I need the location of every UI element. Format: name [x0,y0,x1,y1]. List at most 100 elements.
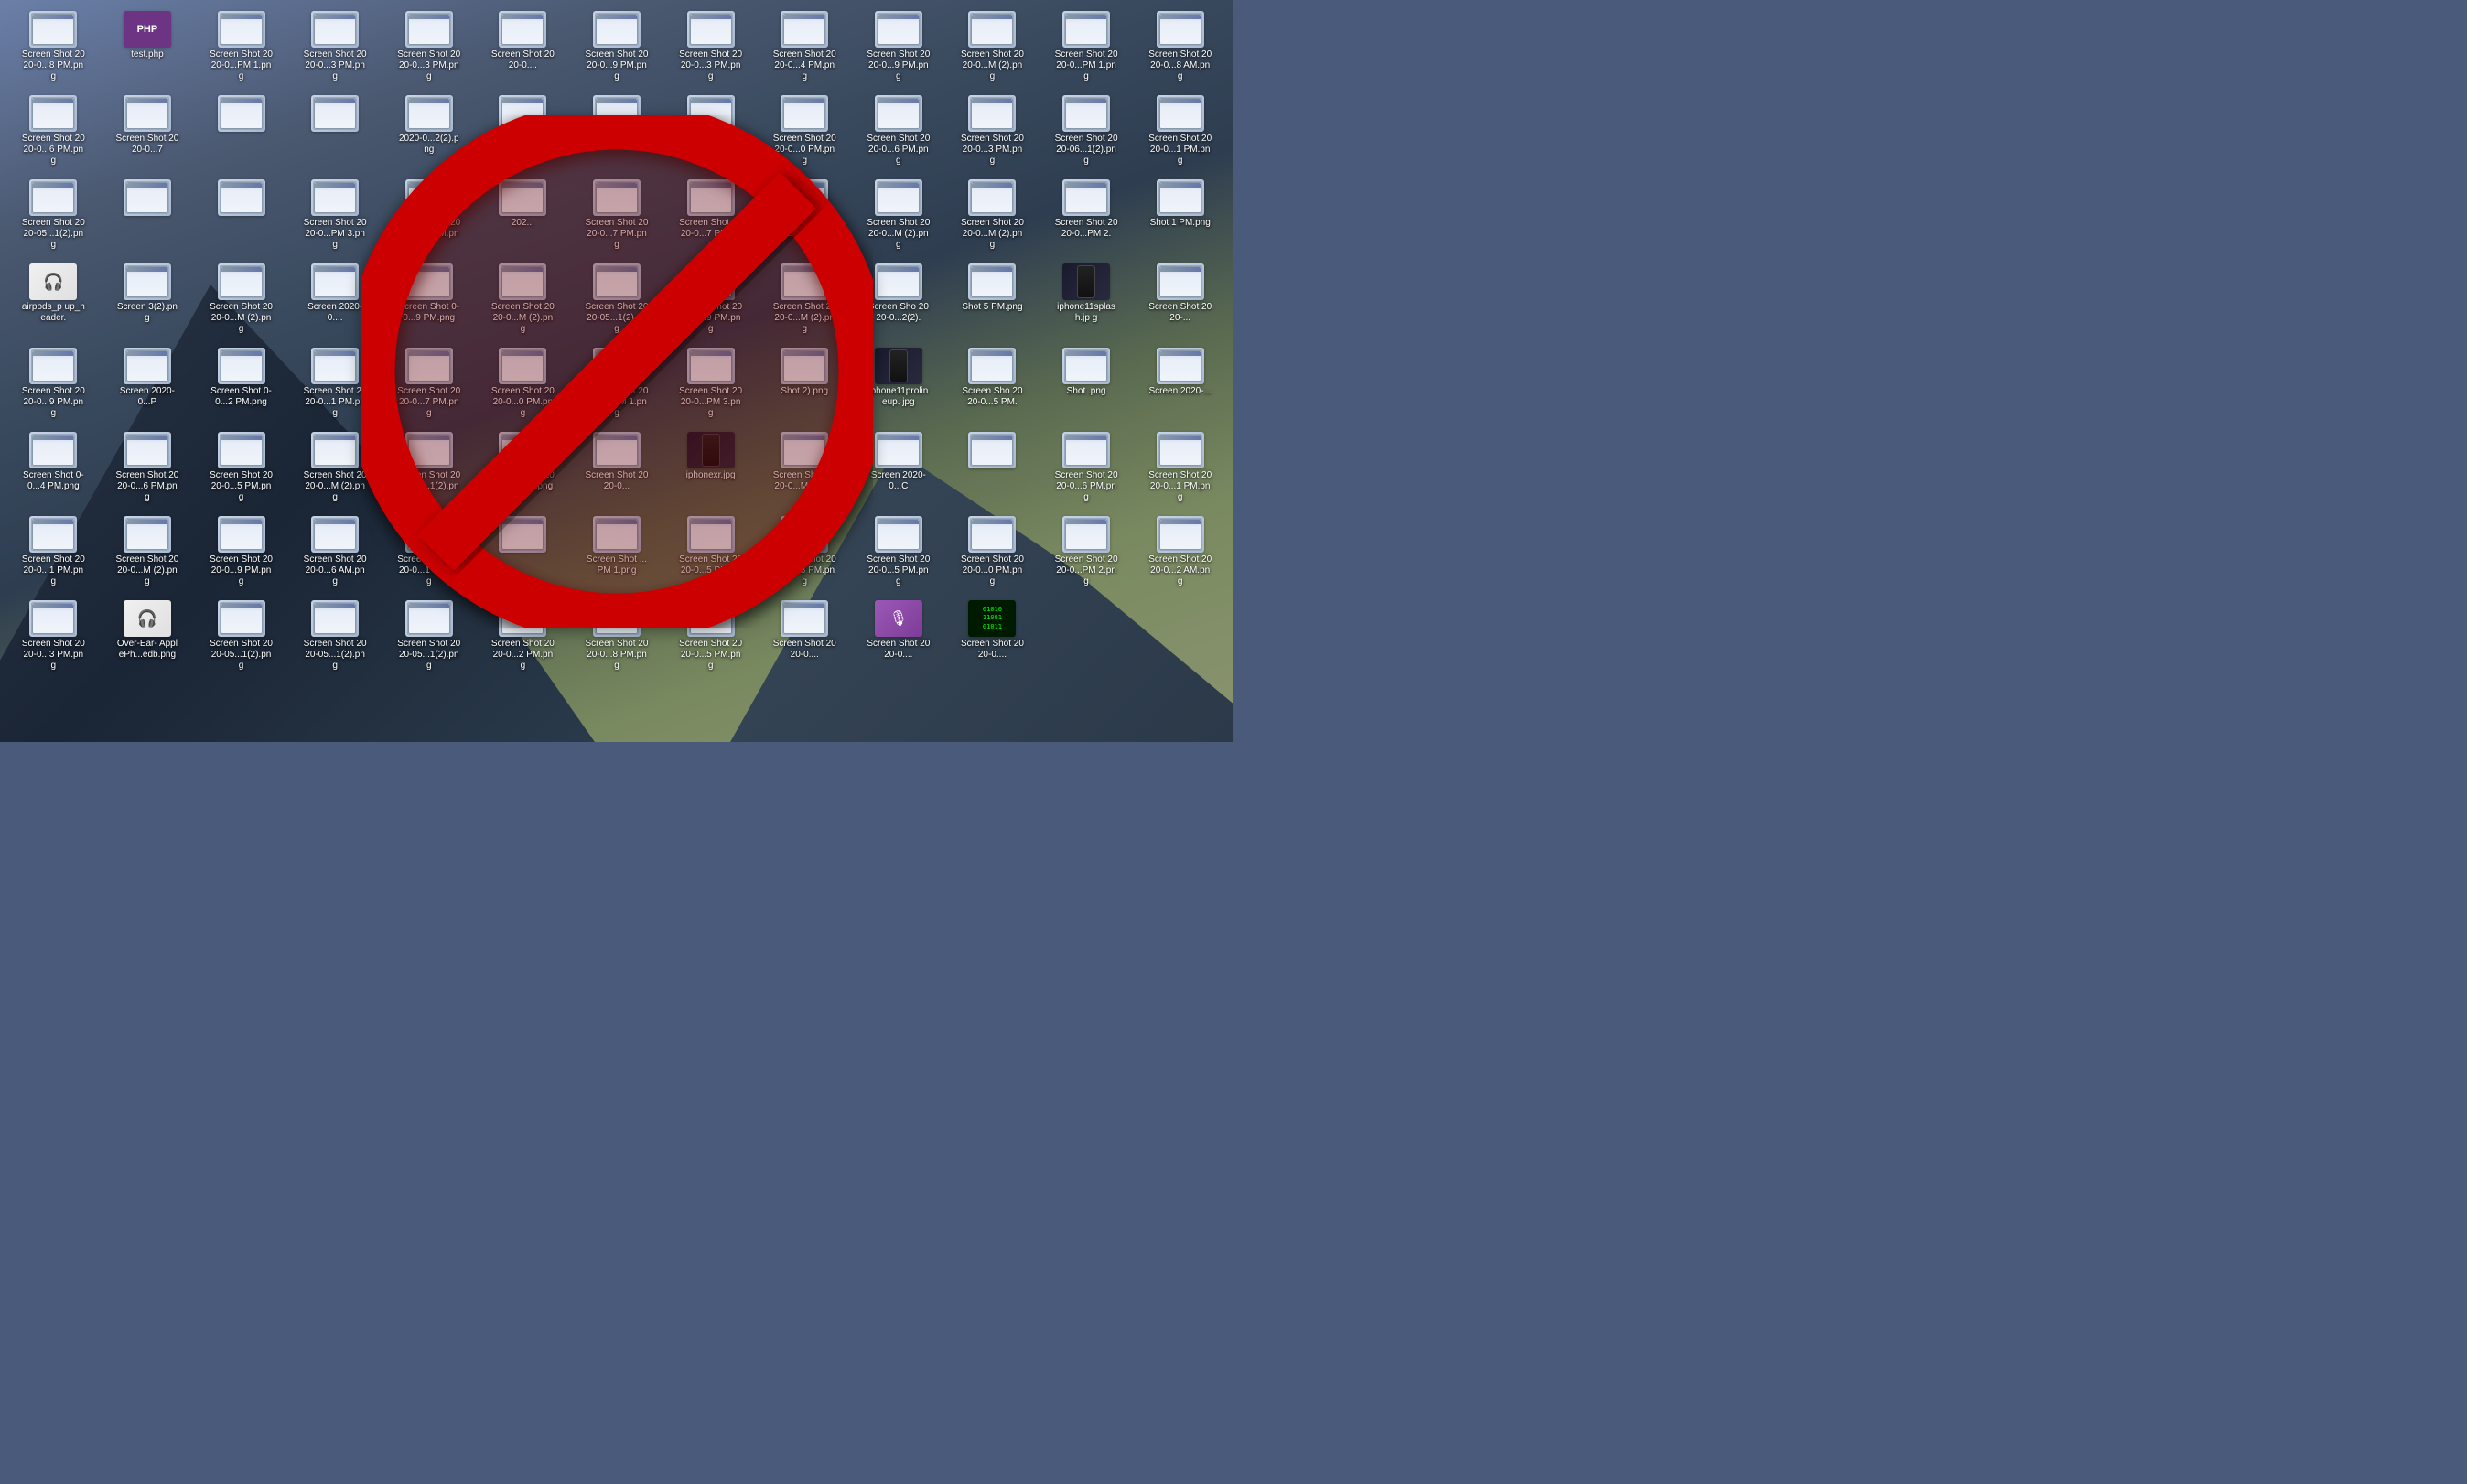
desktop-icon-41[interactable]: Screen 3(2).png [102,260,194,342]
desktop-icon-8[interactable]: Screen Shot 2020-0...3 PM.png [664,7,757,90]
desktop-icon-96[interactable]: Screen Shot 2020-05...1(2).png [382,597,475,679]
desktop-icon-19[interactable]: 202... [477,91,569,174]
desktop-icon-82[interactable]: Screen Shot 2020-0...6 AM.png [289,512,382,595]
desktop-icon-42[interactable]: Screen Shot 2020-0...M (2).png [195,260,287,342]
desktop-icon-88[interactable]: Screen Shot 2020-0...5 PM.png [853,512,945,595]
desktop-icon-48[interactable]: Screen Shot 2020-0...M (2).png [759,260,851,342]
desktop-icon-65[interactable]: Screen 2020-... [1134,344,1226,426]
desktop-icon-87[interactable]: Screen Shot 2020-0...8 PM.png [759,512,851,595]
desktop-icon-39[interactable]: Shot 1 PM.png [1134,176,1226,258]
desktop-icon-7[interactable]: Screen Shot 2020-0...9 PM.png [571,7,663,90]
desktop-icon-73[interactable]: iphonexr.jpg [664,428,757,511]
desktop-icon-6[interactable]: Screen Shot 2020-0.... [477,7,569,90]
desktop-icon-66[interactable]: Screen Shot 0-0...4 PM.png [7,428,100,511]
desktop-icon-62[interactable]: iphone11prolineup. jpg [853,344,945,426]
desktop-icon-51[interactable]: iphone11splash.jp g [1040,260,1133,342]
desktop-icon-79[interactable]: Screen Shot 2020-0...1 PM.png [7,512,100,595]
desktop-icon-46[interactable]: Screen Shot 2020-05...1(2).png [571,260,663,342]
desktop-icon-95[interactable]: Screen Shot 2020-05...1(2).png [289,597,382,679]
desktop-icon-40[interactable]: 🎧airpods_p up_header. [7,260,100,342]
desktop-icon-74[interactable]: Screen Shot 2020-0...M (2).png [759,428,851,511]
desktop-icon-47[interactable]: Screen Shot 2020-0...9 PM.png [664,260,757,342]
desktop-icon-54[interactable]: Screen 2020-0...P [102,344,194,426]
desktop-icon-49[interactable]: Screen Sho 2020-0...2(2). [853,260,945,342]
desktop-icon-21[interactable]: Screen Shot ...9 PM.png [664,91,757,174]
desktop-icon-60[interactable]: Screen Shot 2020-0...PM 3.png [664,344,757,426]
desktop-icon-14[interactable]: Screen Shot 2020-0...6 PM.png [7,91,100,174]
desktop-icon-16[interactable] [195,91,287,174]
desktop-icon-44[interactable]: Screen Shot 0-0...9 PM.png [382,260,475,342]
desktop-icon-80[interactable]: Screen Shot 2020-0...M (2).png [102,512,194,595]
desktop-icon-75[interactable]: Screen 2020-0...C [853,428,945,511]
desktop-icon-101[interactable]: 🎙Screen Shot 2020-0.... [853,597,945,679]
desktop-icon-68[interactable]: Screen Shot 2020-0...5 PM.png [195,428,287,511]
desktop-icon-5[interactable]: Screen Shot 2020-0...3 PM.png [382,7,475,90]
desktop-icon-76[interactable] [946,428,1039,511]
desktop-icon-81[interactable]: Screen Shot 2020-0...9 PM.png [195,512,287,595]
desktop-icon-24[interactable]: Screen Shot 2020-0...3 PM.png [946,91,1039,174]
desktop-icon-9[interactable]: Screen Shot 2020-0...4 PM.png [759,7,851,90]
desktop-icon-92[interactable]: Screen Shot 2020-0...3 PM.png [7,597,100,679]
desktop-icon-89[interactable]: Screen Shot 2020-0...0 PM.png [946,512,1039,595]
desktop-icon-30[interactable]: Screen Shot 2020-0...PM 3.png [289,176,382,258]
desktop-icon-26[interactable]: Screen Shot 2020-0...1 PM.png [1134,91,1226,174]
desktop-icon-91[interactable]: Screen Shot 2020-0...2 AM.png [1134,512,1226,595]
desktop-icon-29[interactable] [195,176,287,258]
desktop-icon-59[interactable]: Screen Shot 2020-0...PM 1.png [571,344,663,426]
desktop-icon-70[interactable]: Screen Shot 2020-06...1(2).png [382,428,475,511]
desktop-icon-31[interactable]: Screen Shot 2020-0...1 PM.png [382,176,475,258]
desktop-icon-50[interactable]: Shot 5 PM.png [946,260,1039,342]
desktop-icon-37[interactable]: Screen Shot 2020-0...M (2).png [946,176,1039,258]
desktop-icon-45[interactable]: Screen Shot 2020-0...M (2).png [477,260,569,342]
desktop-icon-52[interactable]: Screen Shot 2020-... [1134,260,1226,342]
desktop-icon-20[interactable] [571,91,663,174]
desktop-icon-1[interactable]: Screen Shot 2020-0...8 PM.png [7,7,100,90]
desktop-icon-64[interactable]: Shot .png [1040,344,1133,426]
desktop-icon-86[interactable]: Screen Shot 2020-0...5 PM.png [664,512,757,595]
desktop-icon-97[interactable]: Screen Shot 2020-0...2 PM.png [477,597,569,679]
desktop-icon-33[interactable]: Screen Shot 2020-0...7 PM.png [571,176,663,258]
desktop-icon-58[interactable]: Screen Shot 2020-0...0 PM.png [477,344,569,426]
desktop-icon-28[interactable] [102,176,194,258]
desktop-icon-77[interactable]: Screen Shot 2020-0...6 PM.png [1040,428,1133,511]
desktop-icon-56[interactable]: Screen Shot 2020-0...1 PM.png [289,344,382,426]
desktop-icon-38[interactable]: Screen Shot 2020-0...PM 2. [1040,176,1133,258]
desktop-icon-12[interactable]: Screen Shot 2020-0...PM 1.png [1040,7,1133,90]
desktop-icon-17[interactable] [289,91,382,174]
desktop-icon-11[interactable]: Screen Shot 2020-0...M (2).png [946,7,1039,90]
desktop-icon-27[interactable]: Screen Shot 2020-05...1(2).png [7,176,100,258]
desktop-icon-61[interactable]: Shot 2).png [759,344,851,426]
desktop-icon-13[interactable]: Screen Shot 2020-0...8 AM.png [1134,7,1226,90]
desktop-icon-43[interactable]: Screen 2020-0.... [289,260,382,342]
desktop-icon-69[interactable]: Screen Shot 2020-0...M (2).png [289,428,382,511]
desktop-icon-55[interactable]: Screen Shot 0-0...2 PM.png [195,344,287,426]
desktop-icon-63[interactable]: Screen Sho 2020-0...5 PM. [946,344,1039,426]
desktop-icon-83[interactable]: Screen Shot 2020-0...1 PM.png [382,512,475,595]
desktop-icon-18[interactable]: 2020-0...2(2).png [382,91,475,174]
desktop-icon-84[interactable] [477,512,569,595]
desktop-icon-90[interactable]: Screen Shot 2020-0...PM 2.png [1040,512,1133,595]
desktop-icon-25[interactable]: Screen Shot 2020-06...1(2).png [1040,91,1133,174]
desktop-icon-15[interactable]: Screen Shot 2020-0...7 [102,91,194,174]
desktop-icon-71[interactable]: Screen Shot 2020-0...3(2).png [477,428,569,511]
desktop-icon-22[interactable]: Screen Shot 2020-0...0 PM.png [759,91,851,174]
desktop-icon-34[interactable]: Screen Shot 2020-0...7 PM.png [664,176,757,258]
desktop-icon-10[interactable]: Screen Shot 2020-0...9 PM.png [853,7,945,90]
desktop-icon-2[interactable]: PHPtest.php [102,7,194,90]
desktop-icon-3[interactable]: Screen Shot 2020-0...PM 1.png [195,7,287,90]
desktop-icon-35[interactable]: Screen Shot 2020-0...PM 1.png [759,176,851,258]
desktop-icon-78[interactable]: Screen Shot 2020-0...1 PM.png [1134,428,1226,511]
desktop-icon-72[interactable]: Screen Shot 2020-0... [571,428,663,511]
desktop-icon-23[interactable]: Screen Shot 2020-0...6 PM.png [853,91,945,174]
desktop-icon-36[interactable]: Screen Shot 2020-0...M (2).png [853,176,945,258]
desktop-icon-53[interactable]: Screen Shot 2020-0...9 PM.png [7,344,100,426]
desktop-icon-85[interactable]: Screen Shot ...PM 1.png [571,512,663,595]
desktop-icon-67[interactable]: Screen Shot 2020-0...6 PM.png [102,428,194,511]
desktop-icon-100[interactable]: Screen Shot 2020-0.... [759,597,851,679]
desktop-icon-32[interactable]: 202... [477,176,569,258]
desktop-icon-94[interactable]: Screen Shot 2020-05...1(2).png [195,597,287,679]
desktop-icon-98[interactable]: Screen Shot 2020-0...8 PM.png [571,597,663,679]
desktop-icon-102[interactable]: 010101100101011Screen Shot 2020-0.... [946,597,1039,679]
desktop-icon-4[interactable]: Screen Shot 2020-0...3 PM.png [289,7,382,90]
desktop-icon-99[interactable]: Screen Shot 2020-0...5 PM.png [664,597,757,679]
